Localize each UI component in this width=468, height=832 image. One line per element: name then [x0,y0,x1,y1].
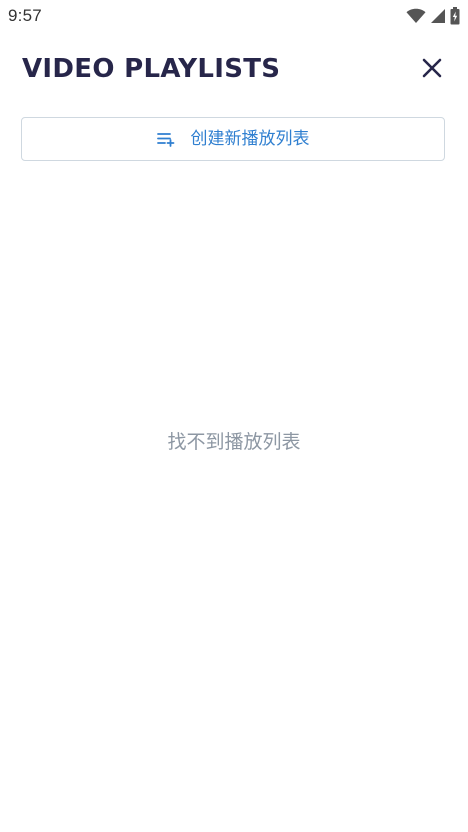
wifi-icon [406,8,426,24]
create-playlist-button[interactable]: 创建新播放列表 [21,117,445,161]
status-bar: 9:57 [0,0,468,32]
close-icon [421,57,443,83]
close-button[interactable] [414,52,450,88]
playlist-add-icon [156,131,175,147]
status-icons [406,6,460,26]
signal-icon [430,8,446,24]
create-playlist-label: 创建新播放列表 [190,129,310,149]
battery-icon [450,7,460,25]
page-title: VIDEO PLAYLISTS [22,54,281,84]
video-playlists-screen: 9:57 VIDEO PLAYLISTS 创建新播放列表 找不到播放列表 [0,0,468,832]
status-time: 9:57 [8,6,42,25]
empty-state-message: 找不到播放列表 [167,431,301,453]
header: VIDEO PLAYLISTS [0,40,468,100]
